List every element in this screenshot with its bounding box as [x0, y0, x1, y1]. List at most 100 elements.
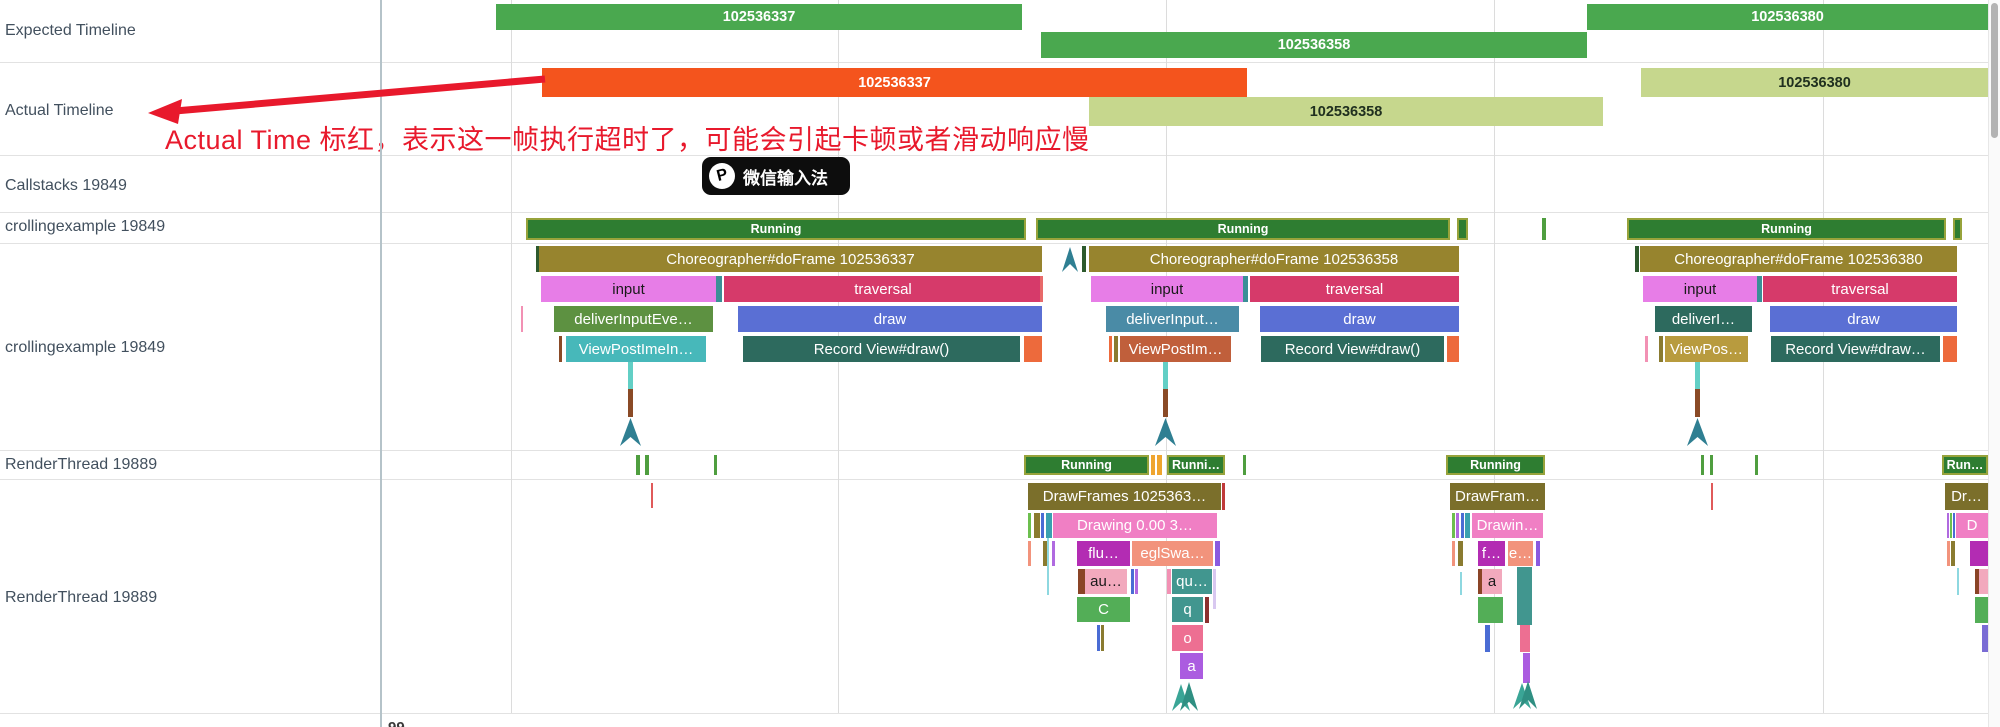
trace-tick[interactable] — [1034, 513, 1040, 538]
trace-slice[interactable]: o — [1172, 625, 1203, 651]
trace-tick[interactable] — [1041, 513, 1044, 538]
trace-slice-doframe[interactable]: Choreographer#doFrame 102536358 — [1089, 246, 1459, 272]
trace-tick[interactable] — [1947, 513, 1949, 538]
trace-tick[interactable] — [1951, 541, 1955, 566]
trace-slice[interactable] — [1478, 597, 1503, 623]
trace-tick[interactable] — [1458, 541, 1463, 566]
trace-slice[interactable] — [1024, 336, 1042, 362]
expected-frame[interactable]: 102536380 — [1587, 4, 1988, 30]
trace-slice[interactable]: a — [1482, 569, 1502, 594]
trace-slice-flush[interactable] — [1970, 541, 1988, 566]
trace-tick[interactable] — [1167, 569, 1171, 594]
trace-tick[interactable] — [1135, 569, 1138, 594]
trace-slice[interactable] — [1523, 653, 1530, 683]
trace-slice-recordview[interactable]: Record View#draw() — [743, 336, 1020, 362]
thread-state-tick[interactable] — [1157, 455, 1162, 475]
trace-tick[interactable] — [1485, 625, 1490, 652]
thread-state-tick[interactable] — [1701, 455, 1704, 475]
actual-frame[interactable]: 102536380 — [1641, 68, 1988, 97]
expected-frame[interactable]: 102536337 — [496, 4, 1022, 30]
trace-tick[interactable] — [1452, 513, 1455, 538]
trace-slice[interactable] — [1520, 625, 1530, 652]
trace-tick[interactable] — [1950, 513, 1952, 538]
trace-slice-drawframes[interactable]: Dr… — [1945, 483, 1988, 510]
thread-state-running[interactable] — [1457, 218, 1468, 240]
trace-slice[interactable]: au… — [1085, 569, 1127, 594]
thread-state-running[interactable]: Running — [1446, 455, 1545, 475]
trace-slice-drawing[interactable]: D — [1956, 513, 1988, 538]
trace-slice-deliverinput[interactable]: deliverInputEve… — [554, 306, 713, 332]
trace-tick[interactable] — [1757, 276, 1762, 302]
trace-slice-viewpostime[interactable]: ViewPostIm… — [1120, 336, 1231, 362]
thread-state-running[interactable] — [1542, 218, 1546, 240]
trace-tick[interactable] — [1222, 483, 1225, 510]
thread-state-tick[interactable] — [1243, 455, 1246, 475]
trace-slice-flush[interactable]: flu… — [1077, 541, 1130, 566]
thread-state-running[interactable]: Running — [1036, 218, 1450, 240]
trace-slice[interactable]: q — [1172, 597, 1203, 622]
trace-slice[interactable] — [1447, 336, 1459, 362]
trace-tick[interactable] — [1645, 336, 1648, 362]
trace-slice-draw[interactable]: draw — [738, 306, 1042, 332]
trace-slice-traversal[interactable]: traversal — [1763, 276, 1957, 302]
actual-frame[interactable]: 102536358 — [1089, 97, 1603, 126]
trace-slice-input[interactable]: input — [541, 276, 716, 302]
trace-slice-deliverinput[interactable]: deliverI… — [1655, 306, 1752, 332]
trace-slice-viewpostime[interactable]: ViewPos… — [1665, 336, 1748, 362]
trace-slice-drawframes[interactable]: DrawFrames 1025363… — [1028, 483, 1221, 510]
trace-tick[interactable] — [1078, 569, 1085, 594]
trace-slice-doframe[interactable]: Choreographer#doFrame 102536380 — [1640, 246, 1957, 272]
trace-slice[interactable] — [1975, 597, 1988, 623]
trace-tick[interactable] — [1947, 541, 1950, 566]
trace-tick[interactable] — [1109, 336, 1112, 362]
trace-tick[interactable] — [1097, 625, 1100, 651]
trace-slice-eglswap[interactable]: eglSwa… — [1132, 541, 1213, 566]
trace-tick[interactable] — [1082, 246, 1086, 272]
ime-badge[interactable]: P 微信输入法 — [702, 157, 850, 195]
trace-slice-traversal[interactable]: traversal — [1250, 276, 1459, 302]
trace-slice-drawframes[interactable]: DrawFram… — [1450, 483, 1545, 510]
trace-slice-draw[interactable]: draw — [1260, 306, 1459, 332]
thread-state-tick[interactable] — [636, 455, 640, 475]
trace-slice-flush[interactable]: f… — [1478, 541, 1505, 566]
vertical-scrollbar-thumb[interactable] — [1991, 3, 1998, 138]
thread-state-tick[interactable] — [1755, 455, 1758, 475]
trace-tick[interactable] — [1215, 541, 1220, 566]
trace-tick[interactable] — [1046, 513, 1052, 538]
trace-tick[interactable] — [1028, 541, 1031, 566]
trace-slice[interactable]: C — [1077, 597, 1130, 622]
trace-slice-doframe[interactable]: Choreographer#doFrame 102536337 — [539, 246, 1042, 272]
trace-slice-eglswap[interactable]: e… — [1508, 541, 1533, 566]
trace-slice[interactable] — [1979, 569, 1988, 594]
trace-tick[interactable] — [1052, 541, 1055, 566]
trace-tick[interactable] — [1040, 276, 1043, 302]
trace-slice-recordview[interactable]: Record View#draw() — [1261, 336, 1444, 362]
trace-tick[interactable] — [1243, 276, 1248, 302]
trace-tick[interactable] — [1213, 569, 1216, 609]
trace-tick[interactable] — [1205, 597, 1209, 623]
trace-tick[interactable] — [521, 306, 523, 332]
trace-slice-draw[interactable]: draw — [1770, 306, 1957, 332]
trace-slice[interactable] — [1943, 336, 1957, 362]
trace-tick[interactable] — [1114, 336, 1118, 362]
trace-tick[interactable] — [1536, 541, 1540, 566]
trace-slice-drawing[interactable]: Drawing 0.00 3… — [1053, 513, 1217, 538]
trace-slice[interactable]: a — [1180, 653, 1203, 679]
trace-tick[interactable] — [1456, 513, 1459, 538]
trace-tick[interactable] — [1131, 569, 1134, 594]
trace-tick[interactable] — [1982, 625, 1988, 652]
trace-tick[interactable] — [716, 276, 722, 302]
trace-slice-input[interactable]: input — [1643, 276, 1757, 302]
thread-state-tick[interactable] — [714, 455, 717, 475]
trace-tick[interactable] — [1461, 513, 1464, 538]
actual-frame-janky[interactable]: 102536337 — [542, 68, 1247, 97]
thread-state-running[interactable]: Running — [1024, 455, 1149, 475]
trace-tick[interactable] — [1028, 513, 1031, 538]
trace-tick[interactable] — [1465, 513, 1470, 538]
trace-slice-deliverinput[interactable]: deliverInput… — [1106, 306, 1239, 332]
thread-state-tick[interactable] — [645, 455, 649, 475]
expected-frame[interactable]: 102536358 — [1041, 32, 1587, 58]
trace-tick[interactable] — [1953, 513, 1955, 538]
thread-state-running[interactable] — [1953, 218, 1962, 240]
trace-tick[interactable] — [1635, 246, 1639, 272]
